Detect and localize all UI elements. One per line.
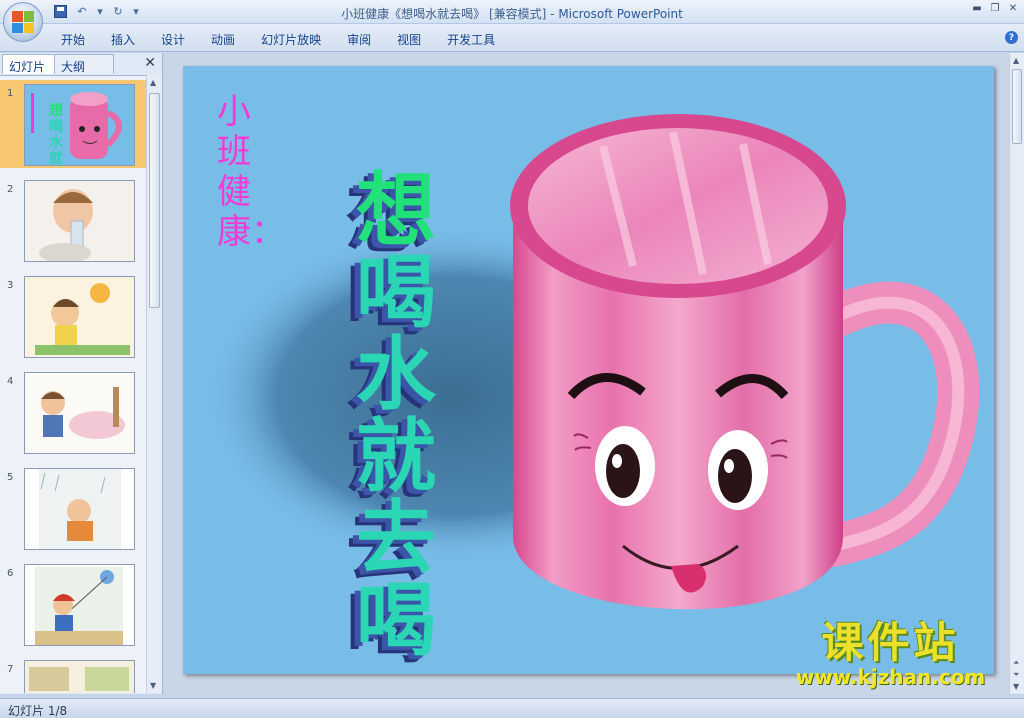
scroll-thumb[interactable] xyxy=(1012,69,1022,144)
office-button[interactable] xyxy=(3,2,43,42)
thumbnail-image xyxy=(24,372,135,454)
thumbnail-number: 7 xyxy=(7,664,14,675)
thumbnail-image xyxy=(24,180,135,262)
slide-counter: 幻灯片 1/8 xyxy=(8,704,68,718)
thumbnail-scrollbar[interactable]: ▲ ▼ xyxy=(146,75,162,693)
tab-review[interactable]: 审阅 xyxy=(334,31,384,48)
svg-text:喝: 喝 xyxy=(49,119,63,135)
svg-text:水: 水 xyxy=(49,134,64,151)
title-char: 水 xyxy=(356,328,436,421)
scroll-up-icon[interactable]: ▲ xyxy=(150,78,156,87)
window-controls: ▬ ❐ ✕ xyxy=(970,2,1020,14)
restore-icon[interactable]: ❐ xyxy=(988,2,1002,14)
scroll-down-icon[interactable]: ▼ xyxy=(1013,682,1019,691)
tab-home[interactable]: 开始 xyxy=(48,31,98,48)
svg-text:就: 就 xyxy=(49,150,63,166)
close-icon[interactable]: ✕ xyxy=(144,55,156,71)
watermark-url: www.kjzhan.com xyxy=(795,665,986,689)
slide-thumbnail-3[interactable]: 3 xyxy=(0,272,146,360)
tab-slides[interactable]: 幻灯片 xyxy=(2,54,55,74)
panel-tabs: 幻灯片 大纲 xyxy=(2,54,160,74)
scroll-up-icon[interactable]: ▲ xyxy=(1013,56,1019,65)
thumbnail-number: 1 xyxy=(7,88,14,99)
thumbnail-image xyxy=(24,564,135,646)
tab-slideshow[interactable]: 幻灯片放映 xyxy=(248,31,334,48)
status-bar: 幻灯片 1/8 xyxy=(0,698,1024,718)
thumbnail-image xyxy=(24,660,135,693)
watermark-logo: 课件站 xyxy=(821,618,960,667)
slide-thumbnail-1[interactable]: 1 想 喝 水 就 xyxy=(0,80,146,168)
title-bar: ↶ ▾ ↻ ▾ 小班健康《想喝水就去喝》 [兼容模式] - Microsoft … xyxy=(0,0,1024,42)
thumbnail-image xyxy=(24,468,135,550)
thumbnail-number: 6 xyxy=(7,568,14,579)
ribbon: 开始 插入 设计 动画 幻灯片放映 审阅 视图 开发工具 ? xyxy=(0,24,1024,52)
next-slide-icon[interactable]: ⏷ xyxy=(1013,670,1019,680)
title-char: 就 xyxy=(356,410,436,503)
close-icon[interactable]: ✕ xyxy=(1006,2,1020,14)
slide-thumbnail-6[interactable]: 6 xyxy=(0,560,146,648)
office-logo-icon xyxy=(12,11,34,33)
thumbnail-image: 想 喝 水 就 xyxy=(24,84,135,166)
slide-thumbnail-4[interactable]: 4 xyxy=(0,368,146,456)
app-name: Microsoft PowerPoint xyxy=(558,7,683,21)
window-title: 小班健康《想喝水就去喝》 [兼容模式] - Microsoft PowerPoi… xyxy=(0,5,1024,22)
thumbnail-image xyxy=(24,276,135,358)
tab-insert[interactable]: 插入 xyxy=(98,31,148,48)
slide-canvas[interactable]: 小班健康： 想 喝 水 就 去 喝 xyxy=(183,66,994,674)
thumbnail-number: 5 xyxy=(7,472,14,483)
watermark: 课件站 www.kjzhan.com xyxy=(773,618,1008,689)
svg-text:想: 想 xyxy=(48,102,63,119)
scroll-thumb[interactable] xyxy=(149,93,160,308)
scroll-down-icon[interactable]: ▼ xyxy=(150,681,156,690)
slides-panel: 幻灯片 大纲 ✕ 1 想 喝 水 就 2 3 4 5 6 7 ▲ ▼ xyxy=(0,53,163,694)
ribbon-tabs: 开始 插入 设计 动画 幻灯片放映 审阅 视图 开发工具 xyxy=(48,31,508,48)
thumbnail-number: 4 xyxy=(7,376,14,387)
thumbnail-number: 3 xyxy=(7,280,14,291)
editor-scrollbar[interactable]: ▲ ⏶ ⏷ ▼ xyxy=(1009,53,1024,694)
minimize-icon[interactable]: ▬ xyxy=(970,2,984,14)
tab-outline[interactable]: 大纲 xyxy=(54,54,114,74)
tab-developer[interactable]: 开发工具 xyxy=(434,31,508,48)
slide-thumbnail-2[interactable]: 2 xyxy=(0,176,146,264)
thumbnail-number: 2 xyxy=(7,184,14,195)
help-icon[interactable]: ? xyxy=(1005,31,1018,44)
previous-slide-icon[interactable]: ⏶ xyxy=(1013,658,1019,668)
title-char: 想 xyxy=(356,164,436,257)
slide-title[interactable]: 想 喝 水 就 去 喝 xyxy=(311,170,481,662)
title-char: 喝 xyxy=(356,246,436,339)
document-title: 小班健康《想喝水就去喝》 [兼容模式] - xyxy=(341,7,559,21)
tab-view[interactable]: 视图 xyxy=(384,31,434,48)
slide-subtitle[interactable]: 小班健康： xyxy=(217,92,285,252)
tab-animations[interactable]: 动画 xyxy=(198,31,248,48)
slide-thumbnail-5[interactable]: 5 xyxy=(0,464,146,552)
tab-design[interactable]: 设计 xyxy=(148,31,198,48)
thumbnail-list: 1 想 喝 水 就 2 3 4 5 6 7 xyxy=(0,75,146,693)
title-char: 喝 xyxy=(356,574,436,667)
slide-thumbnail-7[interactable]: 7 xyxy=(0,656,146,693)
cup-illustration xyxy=(203,114,980,610)
title-char: 去 xyxy=(356,492,436,585)
